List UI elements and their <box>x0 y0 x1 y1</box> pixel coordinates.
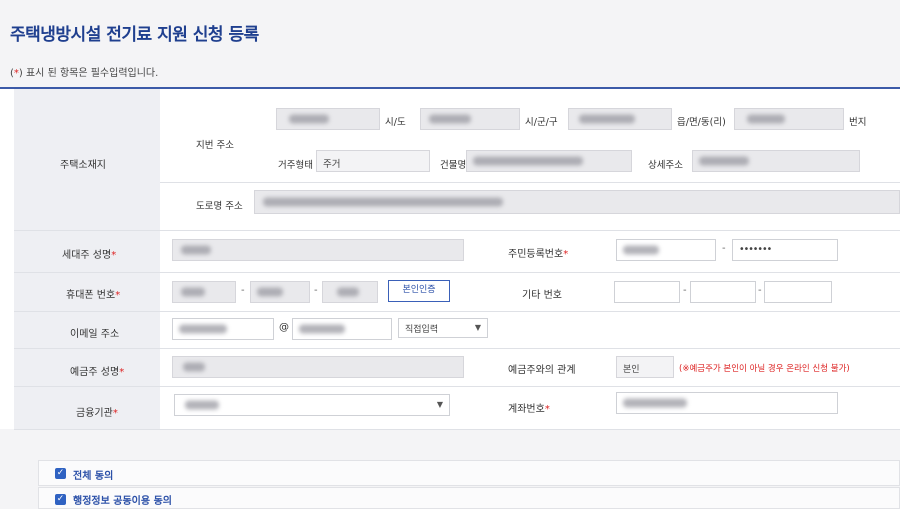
sido-input[interactable] <box>276 108 380 130</box>
eupmyeon-input[interactable] <box>568 108 672 130</box>
account-holder-label: 예금주 성명* <box>70 367 125 378</box>
other-dash-2: - <box>758 285 762 296</box>
bank-label: 금융기관* <box>76 408 118 419</box>
email-domain-input[interactable] <box>292 318 392 340</box>
email-at-sign: @ <box>279 322 289 333</box>
householder-name-input[interactable] <box>172 239 464 261</box>
detail-address-input[interactable] <box>692 150 860 172</box>
mobile-part3-input[interactable] <box>322 281 378 303</box>
row-divider <box>14 386 900 387</box>
agree-all-row[interactable]: ✓ 전체 동의 <box>38 460 900 486</box>
bank-select[interactable]: ▼ <box>174 394 450 416</box>
householder-name-label: 세대주 성명* <box>62 250 117 261</box>
mobile-part2-input[interactable] <box>250 281 310 303</box>
other-dash-1: - <box>683 285 687 296</box>
account-number-label: 계좌번호* <box>508 404 550 415</box>
chevron-down-icon: ▼ <box>474 323 481 332</box>
bunji-label: 번지 <box>849 117 867 128</box>
sido-label: 시/도 <box>385 117 406 128</box>
other-part2-input[interactable] <box>690 281 756 303</box>
email-label: 이메일 주소 <box>70 329 120 340</box>
bunji-input[interactable] <box>734 108 844 130</box>
verify-identity-button[interactable]: 본인인증 <box>388 280 450 302</box>
jibun-address-label: 지번 주소 <box>196 140 234 151</box>
address-section-label: 주택소재지 <box>60 160 106 171</box>
email-domain-select[interactable]: 직접입력 ▼ <box>398 318 488 338</box>
other-part1-input[interactable] <box>614 281 680 303</box>
mobile-dash-1: - <box>241 285 245 296</box>
required-note: (*) 표시 된 항목은 필수입력입니다. <box>10 68 159 79</box>
chevron-down-icon: ▼ <box>436 400 443 409</box>
row-divider <box>14 311 900 312</box>
rrn-front-input[interactable] <box>616 239 716 261</box>
account-holder-input[interactable] <box>172 356 464 378</box>
rrn-dash: - <box>722 243 726 254</box>
road-address-label: 도로명 주소 <box>196 201 243 212</box>
mobile-number-label: 휴대폰 번호* <box>66 290 121 301</box>
sigungu-label: 시/군/구 <box>525 117 558 128</box>
road-address-input[interactable] <box>254 190 900 214</box>
rrn-label: 주민등록번호* <box>508 249 569 260</box>
holder-relation-label: 예금주와의 관계 <box>508 365 576 376</box>
row-divider <box>14 272 900 273</box>
housing-type-field[interactable]: 주거 <box>316 150 430 172</box>
sub-row-divider <box>160 182 900 183</box>
housing-type-label: 거주형태 <box>278 160 313 171</box>
building-name-input[interactable] <box>466 150 632 172</box>
email-id-input[interactable] <box>172 318 274 340</box>
mobile-dash-2: - <box>314 285 318 296</box>
rrn-back-input[interactable]: ••••••• <box>732 239 838 261</box>
other-number-label: 기타 번호 <box>522 290 562 301</box>
detail-address-label: 상세주소 <box>648 160 683 171</box>
holder-relation-field[interactable]: 본인 <box>616 356 674 378</box>
row-divider <box>14 348 900 349</box>
mobile-part1-input[interactable] <box>172 281 236 303</box>
building-name-label: 건물명 <box>440 160 467 171</box>
page-title: 주택냉방시설 전기료 지원 신청 등록 <box>10 25 259 45</box>
other-part3-input[interactable] <box>764 281 832 303</box>
row-divider <box>14 230 900 231</box>
sigungu-input[interactable] <box>420 108 520 130</box>
checkbox-checked-icon[interactable]: ✓ <box>55 468 66 479</box>
eupmyeon-label: 읍/면/동(리) <box>677 117 726 128</box>
checkbox-checked-icon[interactable]: ✓ <box>55 494 66 505</box>
row-divider <box>14 429 900 430</box>
account-number-input[interactable] <box>616 392 838 414</box>
relation-warning: (※예금주가 본인이 아닐 경우 온라인 신청 불가) <box>679 364 850 374</box>
